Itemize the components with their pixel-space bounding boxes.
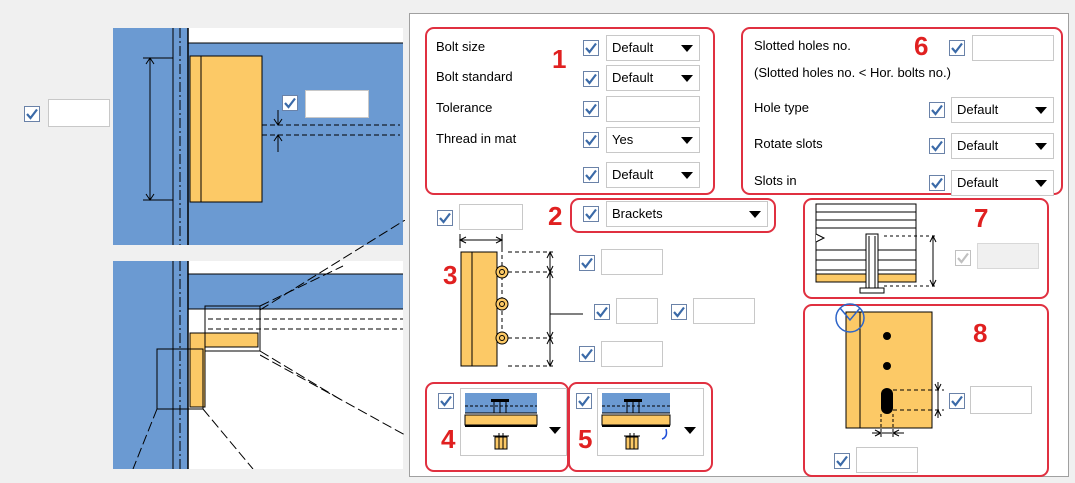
hole-type-value: Default	[957, 102, 999, 117]
hole-type-checkbox[interactable]	[929, 102, 945, 118]
chevron-down-icon	[1035, 180, 1047, 187]
bolt-size-dropdown[interactable]: Default	[606, 35, 700, 61]
chevron-down-icon	[1035, 143, 1047, 150]
group-2-number: 2	[548, 201, 563, 231]
bracket-variant-checkbox[interactable]	[576, 393, 592, 409]
slotted-holes-checkbox[interactable]	[949, 40, 965, 56]
brackets-checkbox[interactable]	[583, 206, 599, 222]
bolt-size-value: Default	[612, 40, 654, 55]
extra-option-checkbox[interactable]	[583, 167, 599, 183]
chevron-down-icon	[749, 211, 761, 218]
thread-in-mat-dropdown[interactable]: Yes	[606, 127, 700, 153]
connection-top-view	[113, 28, 403, 245]
tolerance-input[interactable]	[606, 96, 700, 122]
slot-detail-diagram	[835, 303, 944, 438]
group-6-number: 6	[914, 31, 929, 61]
bolt-size-label: Bolt size	[436, 39, 486, 54]
thread-in-mat-value: Yes	[612, 132, 634, 147]
rotate-slots-value: Default	[957, 138, 999, 153]
brackets-dropdown[interactable]: Brackets	[606, 201, 768, 227]
bolt-standard-value: Default	[612, 70, 654, 85]
bracket-type-preview	[464, 393, 561, 450]
slot-width-checkbox[interactable]	[834, 453, 850, 469]
bracket-variant-preview	[601, 393, 696, 450]
bolt-spacing-input-2[interactable]	[693, 298, 755, 324]
slot-width-input[interactable]	[856, 447, 918, 473]
group-4-number: 4	[441, 424, 456, 454]
slots-in-label: Slots in	[754, 173, 797, 188]
brackets-value: Brackets	[612, 206, 663, 221]
group-7-number: 7	[974, 203, 989, 233]
rotate-slots-dropdown[interactable]: Default	[951, 133, 1054, 159]
chevron-down-icon	[681, 137, 693, 144]
slots-in-value: Default	[957, 175, 999, 190]
bolt-standard-label: Bolt standard	[436, 69, 513, 84]
slot-length-checkbox[interactable]	[949, 393, 965, 409]
slots-in-checkbox[interactable]	[929, 175, 945, 191]
group-1-number: 1	[552, 44, 567, 74]
edge-distance-input[interactable]	[601, 249, 663, 275]
bolt-standard-checkbox[interactable]	[583, 71, 599, 87]
thread-length-checkbox[interactable]	[955, 250, 971, 266]
bracket-type-checkbox[interactable]	[438, 393, 454, 409]
left-dimension-input[interactable]	[48, 99, 110, 127]
group-8-number: 8	[973, 318, 988, 348]
thread-length-input[interactable]	[977, 243, 1039, 269]
slotted-holes-input[interactable]	[972, 35, 1054, 61]
slotted-holes-note: (Slotted holes no. < Hor. bolts no.)	[754, 65, 951, 80]
chevron-down-icon	[681, 45, 693, 52]
plate-gap-checkbox[interactable]	[282, 95, 298, 111]
tolerance-checkbox[interactable]	[583, 101, 599, 117]
plate-width-checkbox[interactable]	[437, 210, 453, 226]
thread-length-diagram	[815, 203, 937, 294]
bracket-variant-selector[interactable]	[597, 388, 704, 456]
extra-option-dropdown[interactable]: Default	[606, 162, 700, 188]
left-dimension-checkbox[interactable]	[24, 106, 40, 122]
chevron-down-icon	[681, 172, 693, 179]
bracket-type-selector[interactable]	[460, 388, 567, 456]
slotted-holes-label: Slotted holes no.	[754, 38, 851, 53]
bolt-size-checkbox[interactable]	[583, 40, 599, 56]
plate-width-input[interactable]	[459, 204, 523, 230]
slot-length-input[interactable]	[970, 386, 1032, 414]
tolerance-label: Tolerance	[436, 100, 493, 115]
bottom-edge-checkbox[interactable]	[579, 346, 595, 362]
bolt-spacing-checkbox[interactable]	[594, 304, 610, 320]
bottom-edge-input[interactable]	[601, 341, 663, 367]
projection-lines	[260, 220, 405, 436]
bolt-spacing-input-1[interactable]	[616, 298, 658, 324]
hole-type-label: Hole type	[754, 100, 809, 115]
thread-in-mat-checkbox[interactable]	[583, 132, 599, 148]
hole-type-dropdown[interactable]: Default	[951, 97, 1054, 123]
group-5-number: 5	[578, 424, 593, 454]
edge-distance-checkbox[interactable]	[579, 255, 595, 271]
rotate-slots-checkbox[interactable]	[929, 138, 945, 154]
bolt-spacing-2-checkbox[interactable]	[671, 304, 687, 320]
bolt-standard-dropdown[interactable]: Default	[606, 65, 700, 91]
rotate-slots-label: Rotate slots	[754, 136, 823, 151]
thread-in-mat-label: Thread in mat	[436, 131, 517, 146]
extra-option-value: Default	[612, 167, 654, 182]
plate-gap-input[interactable]	[305, 90, 369, 118]
slots-in-dropdown[interactable]: Default	[951, 170, 1054, 196]
chevron-down-icon	[681, 75, 693, 82]
chevron-down-icon	[1035, 107, 1047, 114]
bolt-layout-diagram	[458, 234, 583, 368]
